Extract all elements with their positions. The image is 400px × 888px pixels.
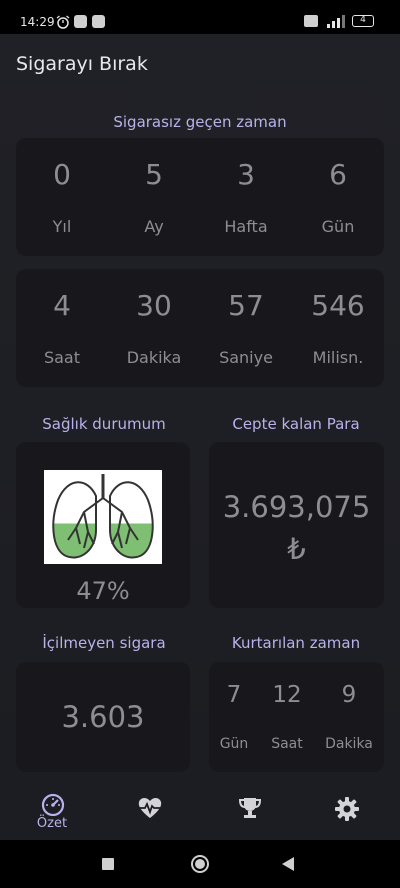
back-icon[interactable] [282,857,294,871]
hours-cell: 4 Saat [16,289,108,367]
milliseconds-cell: 546 Milisn. [292,289,384,367]
years-value: 0 [53,158,71,191]
smokefree-card-1: 0 Yıl 5 Ay 3 Hafta 6 Gün [16,138,384,256]
app-title: Sigarayı Bırak [16,53,148,75]
cigs-card: 3.603 [16,662,190,772]
nav-settings[interactable] [298,788,398,840]
seconds-cell: 57 Saniye [200,289,292,367]
nav-summary-label: Özet [36,816,68,831]
minutes-value: 30 [136,289,172,322]
status-time: 14:29 [20,15,55,29]
health-percent: 47% [76,577,130,605]
minutes-label: Dakika [126,348,182,367]
saved-days-label: Gün [219,736,249,752]
seconds-label: Saniye [219,348,273,367]
saved-minutes-label: Dakika [325,736,373,752]
hours-label: Saat [43,348,81,367]
seconds-value: 57 [228,289,264,322]
home-icon[interactable] [190,854,210,874]
speedometer-icon [41,793,65,816]
weeks-cell: 3 Hafta [200,158,292,236]
cigs-title: İçilmeyen sigara [42,634,166,652]
alarm-icon [56,15,70,29]
days-cell: 6 Gün [292,158,384,236]
nav-summary[interactable]: Özet [2,788,102,840]
health-title: Sağlık durumum [42,415,166,433]
system-navigation-bar [0,840,400,888]
milliseconds-label: Milisn. [312,348,364,367]
saved-days-cell: 7 Gün [209,682,259,752]
saved-hours-cell: 12 Saat [262,682,312,752]
notification-icon [92,15,105,28]
battery-level: 4 [360,15,366,25]
volte-icon [304,15,318,27]
cigs-value: 3.603 [61,700,145,734]
days-label: Gün [321,217,355,236]
app-screen: Sigarayı Bırak Sigarasız geçen zaman 0 Y… [0,34,400,788]
weeks-value: 3 [237,158,255,191]
gear-icon [335,797,359,821]
saved-card: 7 Gün 12 Saat 9 Dakika [209,662,384,772]
lungs-icon [44,470,162,564]
smokefree-title: Sigarasız geçen zaman [113,113,287,131]
notification-icon [74,15,87,28]
heartbeat-icon [138,798,162,818]
status-bar: 14:29 4 [0,0,400,34]
months-label: Ay [144,217,164,236]
saved-hours-label: Saat [271,736,303,752]
saved-days-value: 7 [226,682,242,708]
years-cell: 0 Yıl [16,158,108,236]
smokefree-card-2: 4 Saat 30 Dakika 57 Saniye 546 Milisn. [16,269,384,387]
money-card: 3.693,075 ₺ [209,442,384,608]
health-card: 47% [16,442,190,608]
nav-achievements[interactable] [200,788,300,840]
minutes-cell: 30 Dakika [108,289,200,367]
saved-title: Kurtarılan zaman [231,634,361,652]
signal-icon [327,15,345,28]
money-title: Cepte kalan Para [232,415,360,433]
battery-icon: 4 [352,15,374,27]
hours-value: 4 [53,289,71,322]
trophy-icon [238,798,262,818]
currency-symbol: ₺ [287,532,306,566]
nav-health[interactable] [100,788,200,840]
saved-hours-value: 12 [272,682,302,708]
months-value: 5 [145,158,163,191]
bottom-navigation: Özet [0,788,400,840]
saved-minutes-cell: 9 Dakika [319,682,379,752]
money-amount: 3.693,075 [222,490,371,524]
milliseconds-value: 546 [311,289,365,322]
saved-minutes-value: 9 [341,682,357,708]
weeks-label: Hafta [224,217,268,236]
days-value: 6 [329,158,347,191]
recents-icon[interactable] [102,858,114,870]
months-cell: 5 Ay [108,158,200,236]
years-label: Yıl [52,217,72,236]
